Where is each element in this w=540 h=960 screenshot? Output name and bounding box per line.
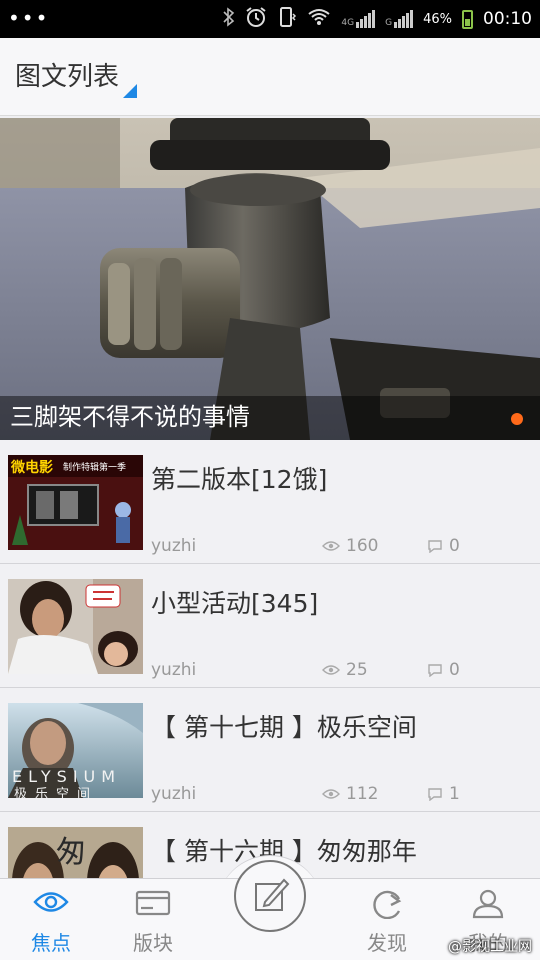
discover-icon xyxy=(373,890,402,919)
comment-count: 1 xyxy=(427,784,460,804)
list-item[interactable]: 小型活动[345] yuzhi 25 0 xyxy=(0,564,540,688)
compose-icon xyxy=(255,878,290,911)
view-count: 160 xyxy=(322,536,378,556)
article-author: yuzhi xyxy=(151,536,197,556)
eye-icon xyxy=(322,665,340,675)
article-author: yuzhi xyxy=(151,784,197,804)
thumb-subtitle: 极乐空间 xyxy=(14,787,99,798)
user-icon xyxy=(472,889,504,919)
thumb-subtitle: 制作特辑第一季 xyxy=(63,463,127,473)
signal-4g-icon: 4G xyxy=(341,10,376,28)
dropdown-corner-icon[interactable] xyxy=(123,84,137,98)
comment-count: 0 xyxy=(427,660,460,680)
article-thumbnail xyxy=(8,579,143,674)
view-count: 25 xyxy=(322,660,368,680)
article-thumbnail: 微电影 制作特辑第一季 xyxy=(8,455,143,550)
banner-caption: 三脚架不得不说的事情 xyxy=(10,403,250,431)
tab-label: 焦点 xyxy=(31,931,71,955)
status-icons: 4G G 46% 00:10 xyxy=(223,0,532,38)
tab-label: 版块 xyxy=(133,931,173,955)
comment-icon xyxy=(428,788,442,801)
wifi-icon xyxy=(307,8,331,31)
tab-label: 发现 xyxy=(367,931,407,955)
eye-icon xyxy=(33,892,69,912)
comment-icon xyxy=(428,540,442,553)
app-header: 图文列表 xyxy=(0,38,540,116)
list-item[interactable]: 微电影 制作特辑第一季 第二版本[12饿] yuzhi 160 0 xyxy=(0,440,540,564)
overflow-dots-icon: ••• xyxy=(8,6,50,30)
comment-count: 0 xyxy=(427,536,460,556)
vibrate-icon xyxy=(277,6,297,33)
list-item[interactable]: ELYSIUM 极乐空间 【 第十七期 】极乐空间 yuzhi 112 1 xyxy=(0,688,540,812)
alarm-icon xyxy=(245,6,267,33)
tab-discover[interactable]: 发现 xyxy=(342,879,432,960)
bluetooth-icon xyxy=(223,6,235,32)
eye-icon xyxy=(322,789,340,799)
tab-focus[interactable]: 焦点 xyxy=(6,879,96,960)
view-count: 112 xyxy=(322,784,378,804)
article-author: yuzhi xyxy=(151,660,197,680)
banner-image xyxy=(0,118,540,440)
article-title: 小型活动[345] xyxy=(151,589,319,618)
eye-icon xyxy=(322,541,340,551)
featured-banner[interactable]: 三脚架不得不说的事情 xyxy=(0,118,540,440)
thumb-title: 微电影 xyxy=(11,460,53,476)
status-bar: ••• 4G G 46% 00:10 xyxy=(0,0,540,38)
signal-g-icon: G xyxy=(385,10,414,28)
clock: 00:10 xyxy=(483,9,532,29)
page-indicator-dot xyxy=(511,413,523,425)
battery-icon xyxy=(462,9,473,29)
article-title: 【 第十七期 】极乐空间 xyxy=(151,713,417,742)
battery-percent: 46% xyxy=(423,11,452,27)
tab-sections[interactable]: 版块 xyxy=(108,879,198,960)
card-icon xyxy=(135,890,171,916)
page-title[interactable]: 图文列表 xyxy=(15,56,119,93)
article-thumbnail: ELYSIUM 极乐空间 xyxy=(8,703,143,798)
watermark: @影视工业网 xyxy=(448,939,532,955)
compose-button[interactable] xyxy=(234,860,306,932)
comment-icon xyxy=(428,664,442,677)
thumb-title: 匆 xyxy=(56,835,86,870)
article-title: 第二版本[12饿] xyxy=(151,465,328,494)
